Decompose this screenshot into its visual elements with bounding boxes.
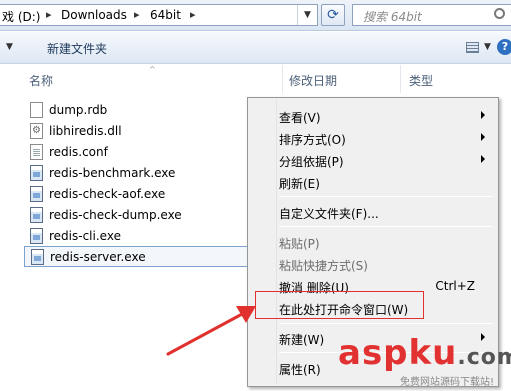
menu-item-label: 新建(W) — [279, 333, 325, 347]
menu-separator — [279, 226, 493, 227]
exe-icon — [30, 186, 43, 202]
menu-item-label: 查看(V) — [279, 111, 321, 125]
search-icon — [494, 8, 505, 19]
menu-item-group-by[interactable]: 分组依据(P) — [251, 149, 495, 171]
submenu-arrow-icon — [481, 111, 485, 119]
view-options-dropdown-icon[interactable]: ▼ — [484, 42, 491, 52]
menu-item-label: 分组依据(P) — [279, 155, 344, 169]
file-row[interactable]: redis-benchmark.exe — [24, 163, 256, 184]
text-file-icon — [30, 144, 43, 160]
file-row[interactable]: redis-cli.exe — [24, 226, 256, 247]
refresh-button[interactable]: ⟳ — [321, 4, 345, 26]
menu-item-view[interactable]: 查看(V) — [251, 105, 495, 127]
search-input[interactable]: 搜索 64bit — [352, 4, 511, 26]
menu-item-label: 属性(R) — [279, 363, 321, 377]
file-name: redis-check-aof.exe — [49, 187, 166, 201]
file-row-selected[interactable]: redis-server.exe — [24, 246, 256, 267]
exe-icon — [31, 249, 44, 265]
breadcrumb-separator-icon[interactable]: ▸ — [46, 8, 52, 21]
menu-item-label: 排序方式(O) — [279, 133, 346, 147]
organize-dropdown-icon[interactable]: ▼ — [6, 42, 13, 52]
annotation-highlight-box — [255, 291, 424, 319]
file-name: redis-benchmark.exe — [49, 166, 176, 180]
file-row[interactable]: redis-check-aof.exe — [24, 184, 256, 205]
address-bar[interactable]: 戏 (D:) ▸ Downloads ▸ 64bit ▸ ▼ — [0, 4, 318, 26]
document-icon — [30, 102, 43, 118]
menu-item-refresh[interactable]: 刷新(E) — [251, 171, 495, 193]
file-name: dump.rdb — [49, 103, 108, 117]
exe-icon — [30, 165, 43, 181]
command-toolbar: ▼ 新建文件夹 ▼ ? — [0, 32, 511, 64]
file-name: redis.conf — [49, 145, 108, 159]
breadcrumb-downloads[interactable]: Downloads — [61, 8, 127, 22]
help-icon[interactable]: ? — [497, 39, 511, 55]
menu-item-shortcut: Ctrl+Z — [435, 279, 475, 293]
watermark-brand: aspku — [338, 333, 458, 373]
column-divider[interactable] — [400, 65, 401, 93]
column-header-type[interactable]: 类型 — [409, 72, 433, 89]
file-name: redis-cli.exe — [49, 229, 121, 243]
exe-icon — [30, 207, 43, 223]
file-name: libhiredis.dll — [49, 124, 122, 138]
column-header-name[interactable]: 名称 — [29, 72, 53, 89]
refresh-icon: ⟳ — [327, 7, 339, 23]
breadcrumb-separator-icon[interactable]: ▸ — [134, 8, 140, 21]
breadcrumb-separator-icon[interactable]: ▸ — [190, 8, 196, 21]
file-name: redis-server.exe — [50, 250, 146, 264]
exe-icon — [30, 228, 43, 244]
file-row[interactable]: redis.conf — [24, 142, 256, 163]
submenu-arrow-icon — [481, 155, 485, 163]
new-folder-button[interactable]: 新建文件夹 — [38, 38, 116, 58]
column-header-date-modified[interactable]: 修改日期 — [289, 72, 337, 89]
menu-separator — [279, 196, 493, 197]
watermark-slogan: 免费网站源码下载站! — [400, 377, 495, 388]
menu-item-sort-by[interactable]: 排序方式(O) — [251, 127, 495, 149]
file-name: redis-check-dump.exe — [49, 208, 182, 222]
sort-indicator-icon: ^ — [149, 65, 156, 74]
breadcrumb-drive[interactable]: 戏 (D:) — [2, 8, 40, 25]
address-history-dropdown-icon[interactable]: ▼ — [297, 5, 317, 25]
watermark-tld: .com — [457, 345, 511, 370]
dll-icon — [30, 123, 43, 139]
menu-item-label: 粘贴(P) — [279, 237, 320, 251]
file-row[interactable]: libhiredis.dll — [24, 121, 256, 142]
column-header-row: ^ 名称 修改日期 类型 — [0, 65, 511, 93]
menu-item-paste: 粘贴(P) — [251, 231, 495, 253]
watermark-logo: aspku.com 免费网站源码下载站! — [338, 333, 511, 389]
menu-item-paste-shortcut: 粘贴快捷方式(S) — [251, 253, 495, 275]
file-row[interactable]: dump.rdb — [24, 100, 256, 121]
breadcrumb-64bit[interactable]: 64bit — [150, 8, 181, 22]
menu-item-label: 自定义文件夹(F)... — [279, 207, 379, 221]
menu-separator — [279, 323, 493, 324]
search-placeholder: 搜索 64bit — [363, 10, 422, 24]
change-view-icon[interactable] — [466, 42, 479, 53]
menu-item-customize-folder[interactable]: 自定义文件夹(F)... — [251, 201, 495, 223]
column-divider[interactable] — [282, 65, 283, 93]
menu-item-label: 刷新(E) — [279, 177, 320, 191]
address-bar-row: 戏 (D:) ▸ Downloads ▸ 64bit ▸ ▼ ⟳ 搜索 64bi… — [0, 0, 511, 31]
file-row[interactable]: redis-check-dump.exe — [24, 205, 256, 226]
menu-item-label: 粘贴快捷方式(S) — [279, 259, 368, 273]
submenu-arrow-icon — [481, 133, 485, 141]
